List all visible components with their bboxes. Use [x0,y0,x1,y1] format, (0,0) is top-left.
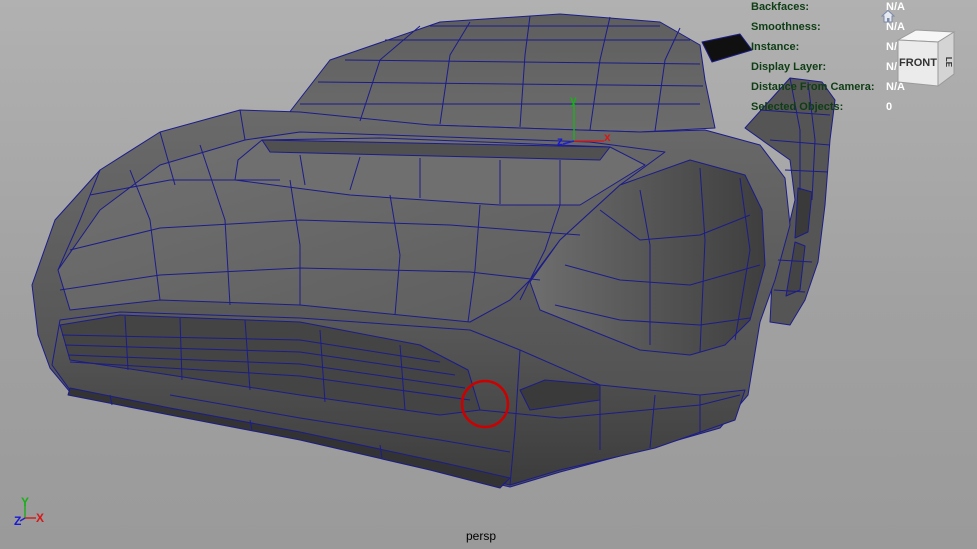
hud-label: Smoothness: [751,21,821,33]
home-icon[interactable] [881,9,895,23]
pivot-y-label: y [570,93,577,107]
corner-z-label: Z [14,514,21,528]
viewcube-front-label: FRONT [899,57,937,69]
hud-label: Selected Objects: [751,101,844,113]
viewcube-icon[interactable]: FRONT LE [890,26,960,92]
3d-viewport[interactable]: y x z Y X Z Backfaces: N/A Smoothness: N… [0,0,977,549]
camera-label: persp [466,529,497,543]
windshield-side-opening [701,33,753,63]
hud-row-backfaces: Backfaces: N/A [751,1,977,21]
pivot-z-label: z [557,134,563,148]
corner-y-label: Y [21,495,29,509]
corner-x-label: X [36,511,44,525]
roof [284,13,716,133]
corner-axis-indicator: Y X Z [14,495,44,528]
hud-label: Backfaces: [751,1,810,13]
hud-label: Instance: [751,41,800,53]
viewcube-side-label: LE [944,57,953,68]
hud-row-selected-objects: Selected Objects: 0 [751,101,977,121]
hud-label: Display Layer: [751,61,827,73]
hud-label: Distance From Camera: [751,81,875,93]
pivot-x-label: x [604,130,611,144]
hud-value: 0 [886,101,893,113]
